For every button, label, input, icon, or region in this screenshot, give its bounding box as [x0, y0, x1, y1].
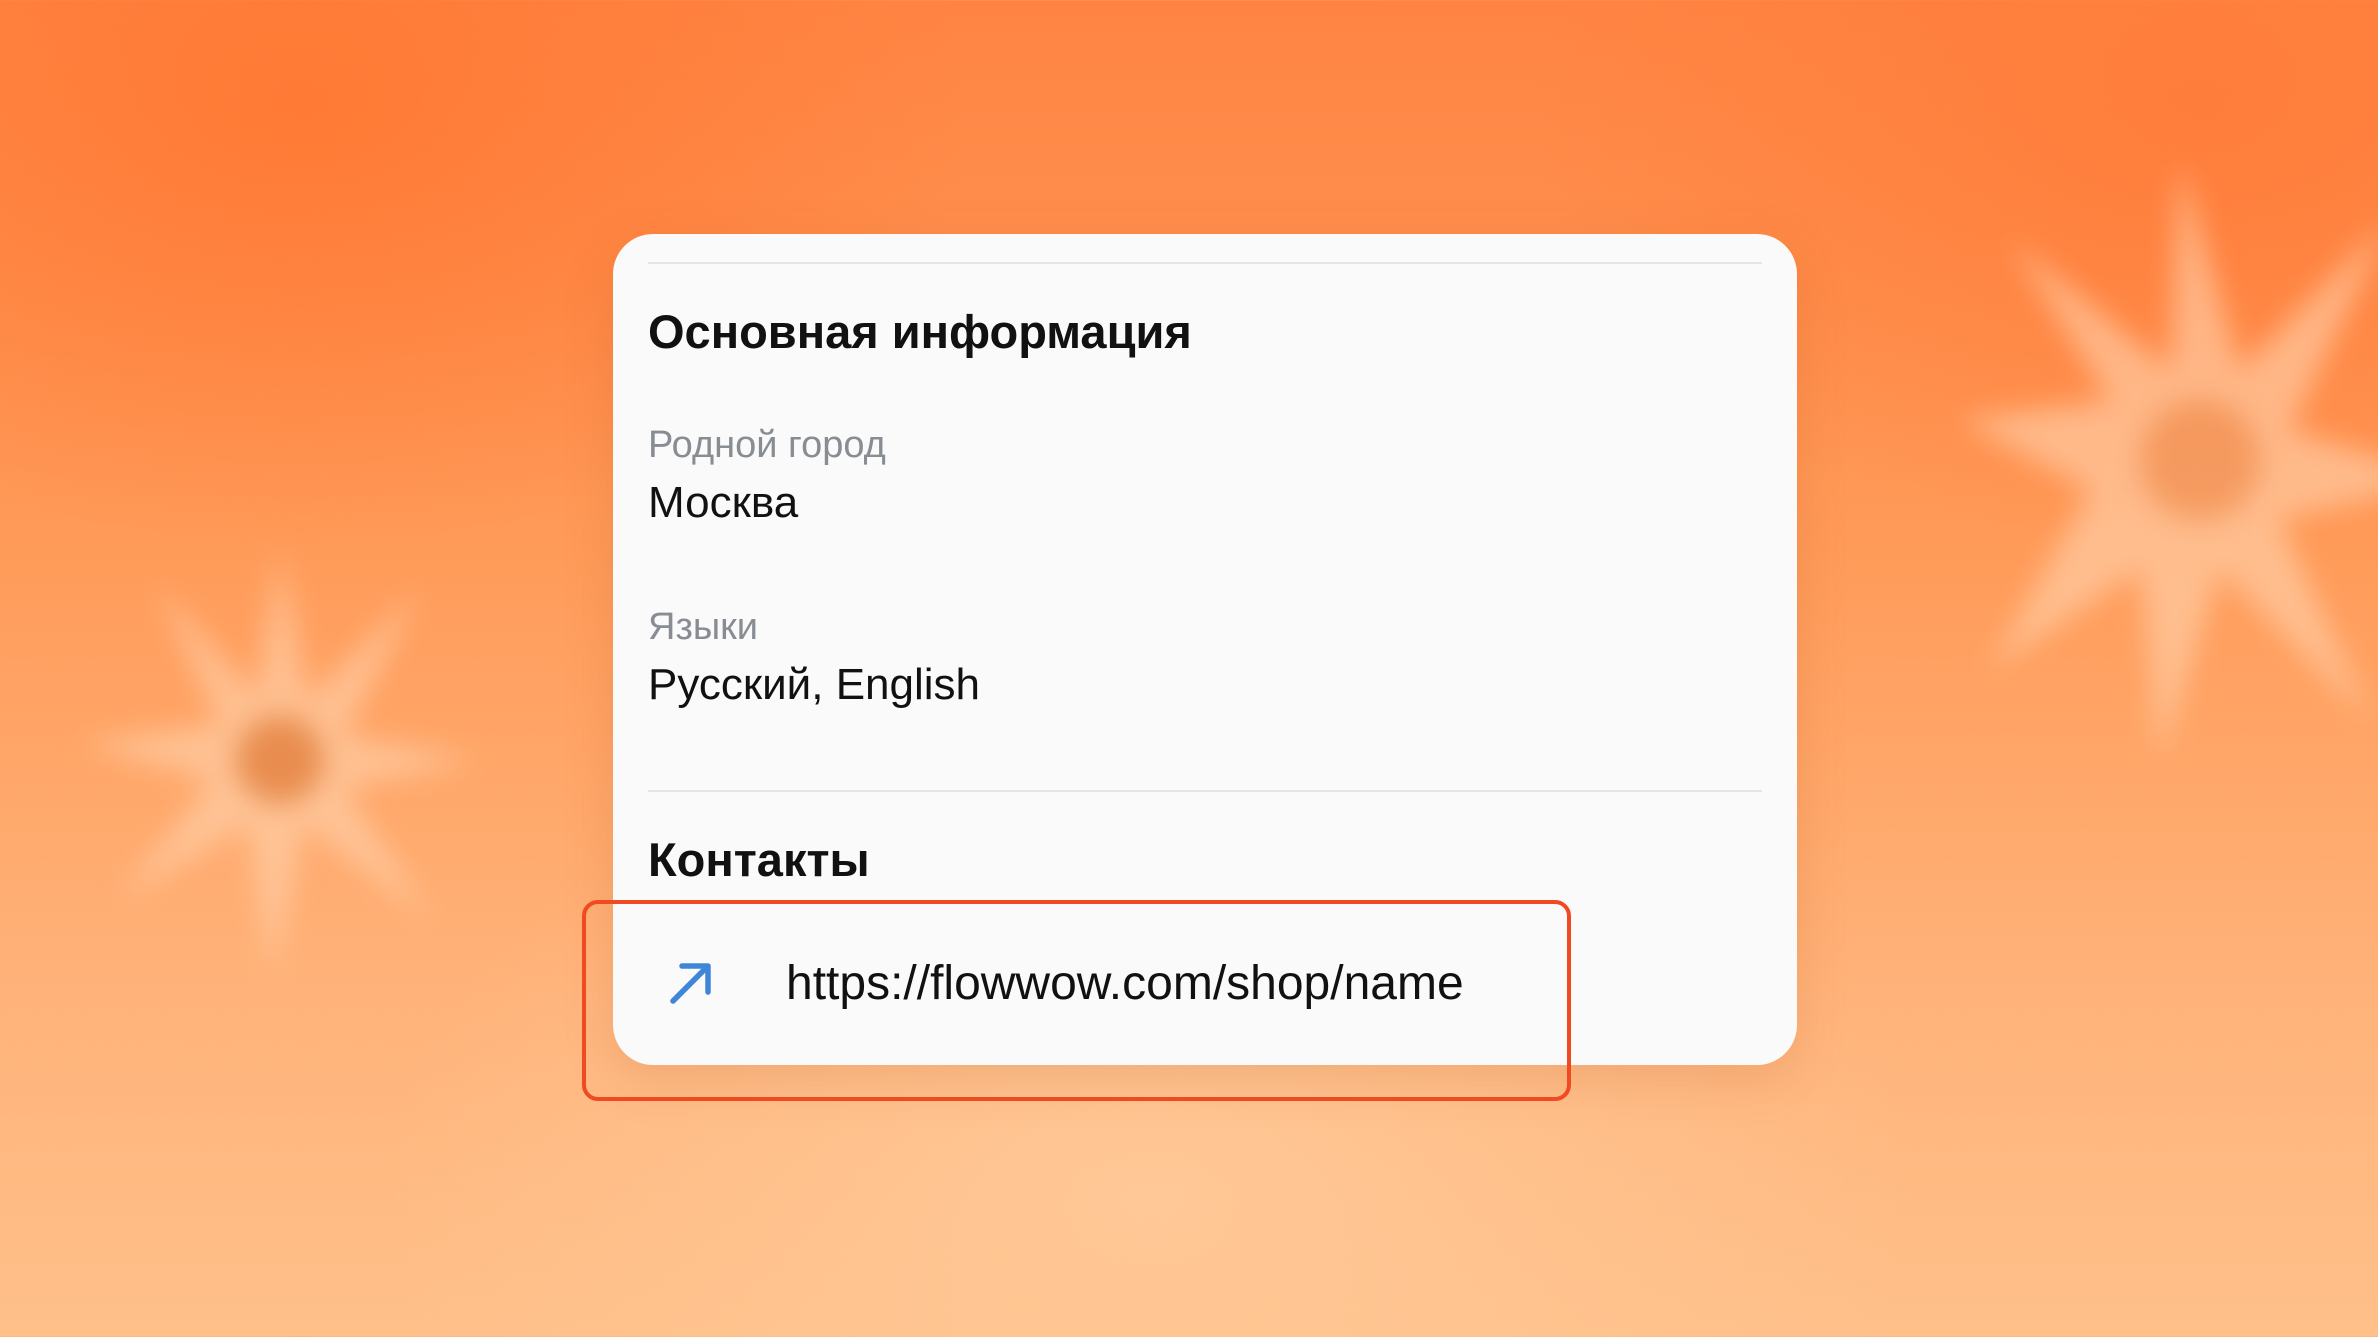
blurred-flower-decoration-large — [1960, 160, 2378, 760]
top-divider — [648, 262, 1762, 264]
section-divider — [648, 790, 1762, 792]
contact-link[interactable]: https://flowwow.com/shop/name — [648, 946, 1548, 1020]
languages-value: Русский, English — [648, 660, 981, 709]
languages-label: Языки — [648, 606, 759, 648]
main-info-heading: Основная информация — [648, 305, 1192, 358]
profile-info-card: Основная информация Родной город Москва … — [613, 234, 1797, 1065]
hometown-value: Москва — [648, 478, 799, 527]
arrow-up-right-icon — [670, 963, 711, 1004]
hometown-label: Родной город — [648, 424, 886, 466]
blurred-flower-decoration — [80, 550, 480, 980]
contacts-heading: Контакты — [648, 833, 870, 886]
contact-link-url: https://flowwow.com/shop/name — [786, 956, 1464, 1010]
